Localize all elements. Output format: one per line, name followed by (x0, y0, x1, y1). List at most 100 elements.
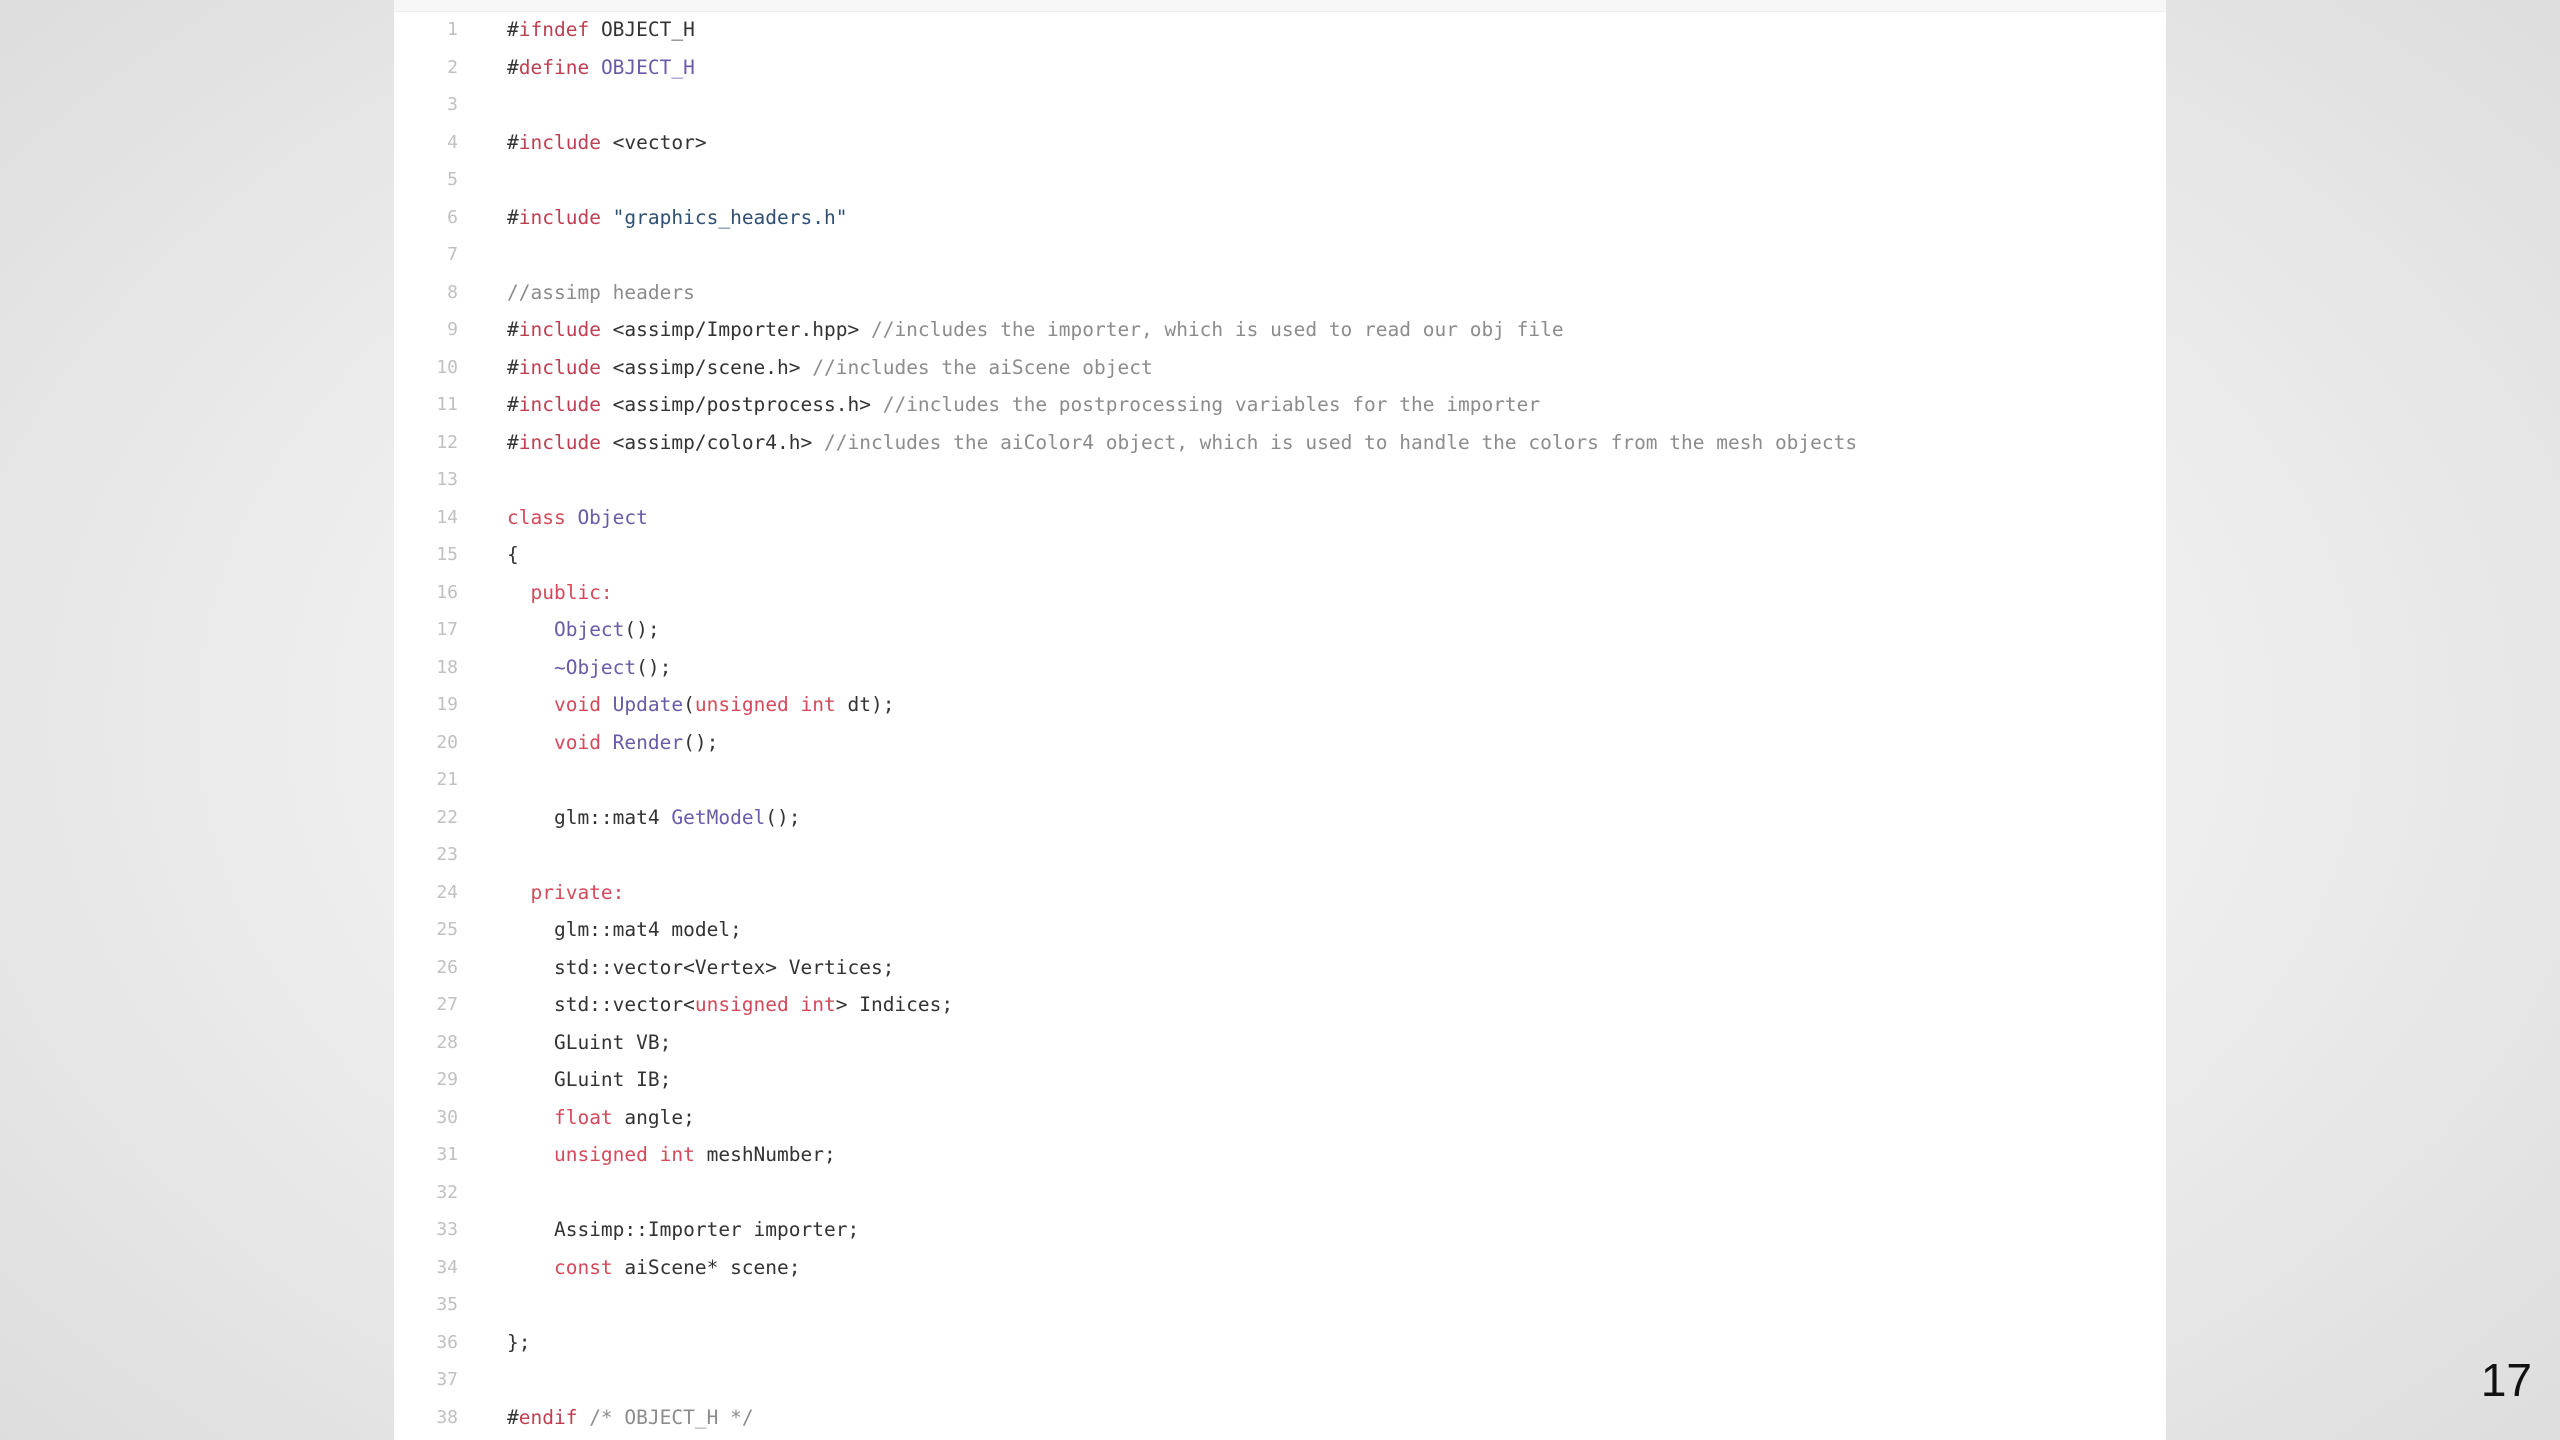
line-code: ~Object(); (507, 649, 671, 687)
line-number: 32 (436, 1181, 458, 1203)
line-code: unsigned int meshNumber; (507, 1136, 836, 1174)
code-token: Object (565, 505, 648, 529)
line-number: 2 (447, 56, 458, 78)
code-token: //includes the aiColor4 object, which is… (812, 430, 1858, 454)
code-line: 38 #endif /* OBJECT_H */ (394, 1399, 2166, 1437)
code-token: (); (765, 805, 801, 829)
code-token: glm::mat4 (507, 805, 672, 829)
code-line: 20 void Render(); (394, 724, 2166, 762)
code-line: 35 (394, 1286, 2166, 1324)
code-token: //assimp headers (507, 280, 695, 304)
code-line: 9 #include <assimp/Importer.hpp> //includ… (394, 311, 2166, 349)
code-line: 29 GLuint IB; (394, 1061, 2166, 1099)
code-token: # (507, 355, 519, 379)
code-token: # (507, 393, 519, 416)
line-number: 30 (436, 1106, 458, 1128)
code-line: 8 //assimp headers (394, 274, 2166, 312)
code-panel: 1 #ifndef OBJECT_H 2 #define OBJECT_H 3 4 #inc… (394, 0, 2166, 1440)
line-number: 31 (436, 1144, 458, 1165)
code-line: 24 private: (394, 874, 2166, 912)
line-code: glm::mat4 GetModel(); (507, 799, 801, 837)
line-number: 1 (447, 19, 458, 40)
line-number: 19 (436, 694, 458, 715)
line-number: 18 (436, 656, 458, 678)
code-token: unsigned int (553, 1143, 695, 1166)
line-number: 10 (436, 356, 458, 378)
code-line: 18 ~Object(); (394, 649, 2166, 687)
line-number: 27 (436, 994, 458, 1015)
line-code: }; (507, 1324, 530, 1362)
line-number: 3 (447, 94, 458, 115)
line-code: void Render(); (507, 724, 718, 762)
code-token: aiScene* scene; (612, 1255, 801, 1279)
code-line: 19 void Update(unsigned int dt); (394, 686, 2166, 724)
code-token: public: (530, 580, 613, 604)
code-token: std::vector< (507, 993, 695, 1016)
code-token: void (553, 693, 601, 716)
code-token: <assimp/color4.h> (600, 430, 813, 454)
line-code: GLuint VB; (507, 1024, 671, 1062)
line-code: Assimp::Importer importer; (507, 1211, 859, 1249)
code-line: 32 (394, 1174, 2166, 1212)
code-line: 37 (394, 1361, 2166, 1399)
line-code: #ifndef OBJECT_H (507, 11, 695, 49)
line-code: private: (507, 874, 624, 912)
code-token: (); (683, 730, 719, 754)
code-token: Update (600, 693, 684, 716)
code-line: 5 (394, 161, 2166, 199)
code-line: 28 GLuint VB; (394, 1024, 2166, 1062)
code-token: private: (530, 880, 625, 904)
code-line: 2 #define OBJECT_H (394, 49, 2166, 87)
code-token: //includes the postprocessing variables … (870, 393, 1541, 416)
line-number: 16 (436, 581, 458, 603)
code-line: 16 public: (394, 574, 2166, 612)
code-line: 6 #include "graphics_headers.h" (394, 199, 2166, 237)
line-code: const aiScene* scene; (507, 1249, 801, 1287)
code-line: 21 (394, 761, 2166, 799)
code-token: Object (553, 618, 625, 641)
line-code: float angle; (507, 1099, 695, 1137)
code-token: ( (683, 693, 695, 716)
code-token: <assimp/scene.h> (600, 355, 801, 379)
code-token: { (507, 543, 519, 566)
line-number: 12 (436, 431, 458, 453)
line-code: glm::mat4 model; (507, 911, 742, 949)
code-token: GLuint VB; (507, 1030, 672, 1054)
code-line: 4 #include <vector> (394, 124, 2166, 162)
line-number: 23 (436, 844, 458, 865)
line-code: class Object (507, 499, 648, 537)
line-number: 8 (447, 281, 458, 303)
code-token: include (518, 393, 601, 416)
line-number: 35 (436, 1294, 458, 1315)
code-token: "graphics_headers.h" (600, 205, 848, 229)
code-token: meshNumber; (694, 1143, 836, 1166)
code-token: include (518, 355, 601, 379)
code-token: <assimp/postprocess.h> (600, 393, 871, 416)
code-token: unsigned int (694, 693, 836, 716)
line-number: 38 (436, 1406, 458, 1428)
line-code: std::vector<Vertex> Vertices; (507, 949, 894, 987)
line-number: 36 (436, 1331, 458, 1353)
slide-number: 17 (2480, 1354, 2532, 1406)
code-token: # (507, 205, 519, 229)
line-number: 11 (436, 394, 458, 415)
line-number: 7 (447, 244, 458, 265)
code-line: 11 #include <assimp/postprocess.h> //incl… (394, 386, 2166, 424)
line-number: 15 (436, 544, 458, 565)
code-token: include (518, 430, 601, 454)
code-line: 34 const aiScene* scene; (394, 1249, 2166, 1287)
code-token: glm::mat4 model; (507, 918, 742, 941)
code-token: # (507, 430, 519, 454)
line-code: //assimp headers (507, 274, 695, 312)
code-token: # (507, 55, 519, 79)
code-line: 30 float angle; (394, 1099, 2166, 1137)
line-number: 14 (436, 506, 458, 528)
line-code: Object(); (507, 611, 660, 649)
line-number: 5 (447, 169, 458, 190)
code-line: 3 (394, 86, 2166, 124)
code-line: 15 { (394, 536, 2166, 574)
code-token: angle; (612, 1105, 695, 1129)
line-number: 33 (436, 1219, 458, 1240)
